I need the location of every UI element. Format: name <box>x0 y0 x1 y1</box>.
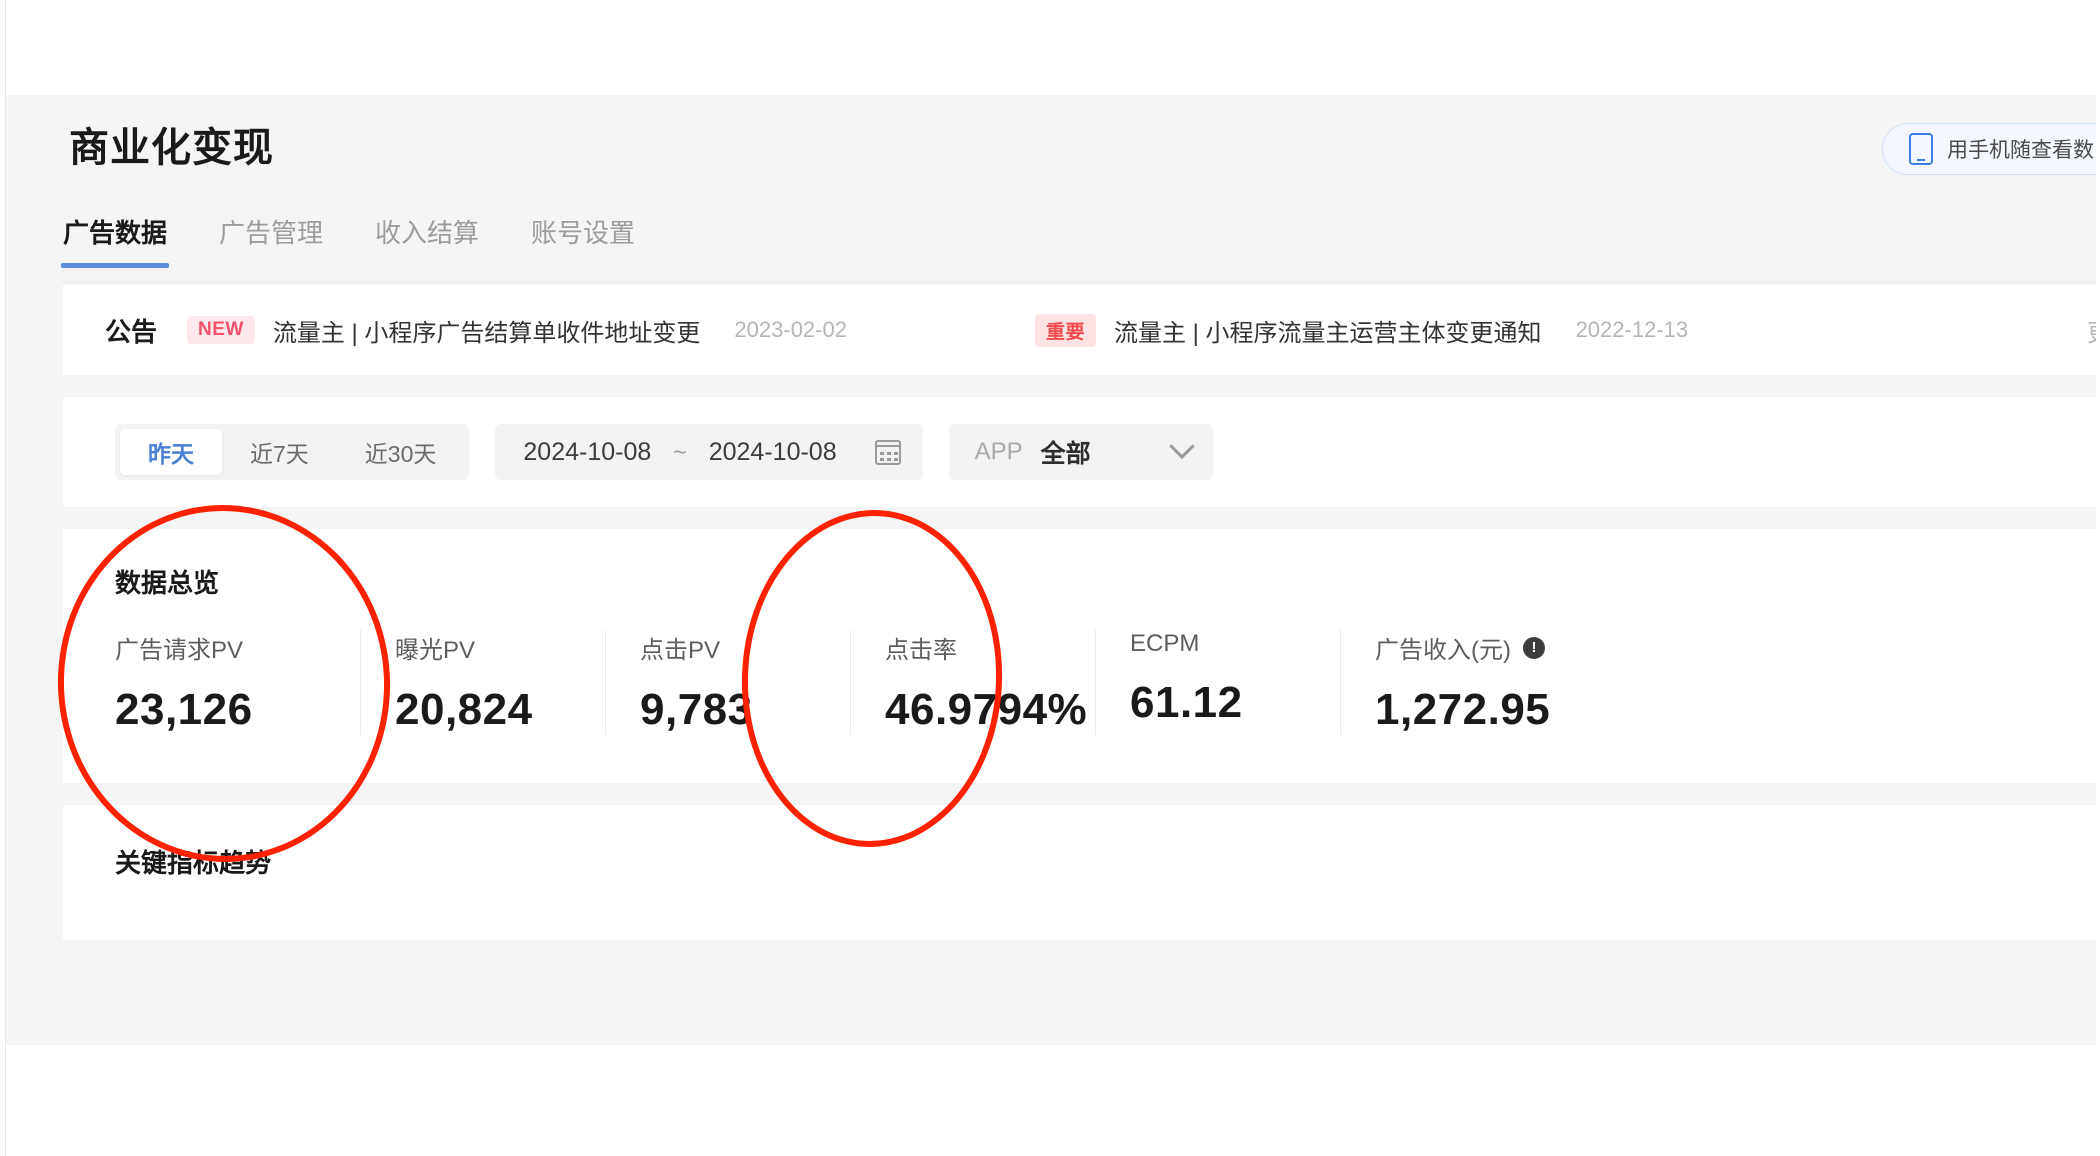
metric-label: 广告收入(元) <box>1375 637 1511 664</box>
chevron-down-icon <box>1168 433 1195 460</box>
phone-icon <box>1909 133 1933 165</box>
view-on-phone-button[interactable]: 用手机随查看数 <box>1882 123 2100 175</box>
metric-value: 1,272.95 <box>1375 685 1551 734</box>
date-range-separator: ~ <box>673 438 687 465</box>
app-filter-label: APP <box>974 438 1023 465</box>
announcement-text-2: 流量主 | 小程序流量主运营主体变更通知 <box>1113 319 1542 347</box>
tab-revenue-settlement[interactable]: 收入结算 <box>375 213 479 268</box>
key-metric-trend-card: 关键指标趋势 <box>63 805 2100 940</box>
metric-label: ECPM <box>1130 630 1200 657</box>
metric-value: 46.9794% <box>885 685 1088 734</box>
page-scroll-region: 商业化变现 用手机随查看数 广告数据 广告管理 收入结算 账号设置 公告 NEW… <box>5 95 2100 1045</box>
info-icon[interactable]: ! <box>1522 636 1545 659</box>
preset-last-30-days[interactable]: 近30天 <box>337 429 465 475</box>
date-preset-group: 昨天 近7天 近30天 <box>115 424 470 480</box>
metric-value: 20,824 <box>395 685 533 734</box>
filter-bar: 昨天 近7天 近30天 2024-10-08 ~ 2024-10-08 APP … <box>63 397 2100 507</box>
overview-title: 数据总览 <box>115 568 220 598</box>
tabs-divider <box>63 282 2100 283</box>
announcement-label: 公告 <box>105 316 158 347</box>
page-header: 商业化变现 用手机随查看数 <box>5 95 2100 213</box>
metric-impression-pv: 曝光PV 20,824 <box>360 630 605 735</box>
metric-ecpm: ECPM 61.12 <box>1095 630 1340 735</box>
announcement-item-2[interactable]: 重要 流量主 | 小程序流量主运营主体变更通知 2022-12-13 <box>1034 313 1689 348</box>
preset-yesterday[interactable]: 昨天 <box>120 429 222 475</box>
metric-label: 广告请求PV <box>115 637 244 664</box>
app-screenshot: 商业化变现 用手机随查看数 广告数据 广告管理 收入结算 账号设置 公告 NEW… <box>0 0 2100 1156</box>
data-overview-card: 数据总览 广告请求PV 23,126 曝光PV 20,824 点击PV 9,78… <box>63 529 2100 783</box>
metric-label: 点击率 <box>885 637 957 664</box>
view-on-phone-label: 用手机随查看数 <box>1947 139 2094 162</box>
announcement-date-1: 2023-02-02 <box>734 317 847 342</box>
metric-list: 广告请求PV 23,126 曝光PV 20,824 点击PV 9,783 点击率… <box>63 630 2100 735</box>
preset-last-7-days[interactable]: 近7天 <box>222 429 337 475</box>
date-start-value[interactable]: 2024-10-08 <box>523 438 651 467</box>
calendar-icon[interactable] <box>874 439 901 465</box>
date-range-picker[interactable]: 2024-10-08 ~ 2024-10-08 <box>495 424 923 480</box>
tab-ad-management[interactable]: 广告管理 <box>219 213 323 268</box>
metric-value: 9,783 <box>640 685 753 734</box>
metric-ad-revenue: 广告收入(元) ! 1,272.95 <box>1340 630 1585 735</box>
metric-label: 点击PV <box>640 637 721 664</box>
app-filter-value: 全部 <box>1040 440 1091 468</box>
badge-new: NEW <box>187 316 255 344</box>
window-right-edge <box>2096 0 2100 1156</box>
metric-value: 61.12 <box>1130 678 1243 727</box>
metric-click-rate: 点击率 46.9794% <box>850 630 1095 735</box>
tab-account-settings[interactable]: 账号设置 <box>531 213 635 268</box>
tab-ad-data[interactable]: 广告数据 <box>60 213 170 268</box>
app-filter-select[interactable]: APP 全部 <box>948 424 1213 480</box>
page-title: 商业化变现 <box>69 126 274 170</box>
window-left-edge <box>0 0 6 1156</box>
metric-value: 23,126 <box>115 685 253 734</box>
trend-title: 关键指标趋势 <box>115 848 272 878</box>
metric-label: 曝光PV <box>395 637 476 664</box>
announcement-date-2: 2022-12-13 <box>1575 317 1689 342</box>
announcement-bar: 公告 NEW 流量主 | 小程序广告结算单收件地址变更 2023-02-02 重… <box>63 285 2100 375</box>
metric-click-pv: 点击PV 9,783 <box>605 630 850 735</box>
date-end-value[interactable]: 2024-10-08 <box>709 438 837 467</box>
announcement-item-1[interactable]: NEW 流量主 | 小程序广告结算单收件地址变更 2023-02-02 <box>187 313 847 348</box>
badge-important: 重要 <box>1034 313 1096 347</box>
main-tabs: 广告数据 广告管理 收入结算 账号设置 <box>5 213 2100 285</box>
announcement-text-1: 流量主 | 小程序广告结算单收件地址变更 <box>272 319 701 347</box>
metric-ad-request-pv: 广告请求PV 23,126 <box>115 630 360 735</box>
metric-label-wrap: 广告收入(元) ! <box>1375 630 1585 665</box>
